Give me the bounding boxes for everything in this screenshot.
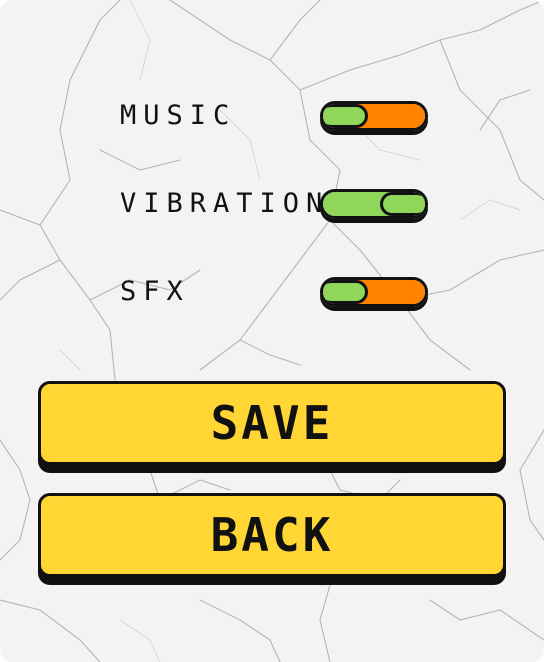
music-toggle[interactable]: [320, 101, 428, 131]
vibration-toggle-knob[interactable]: [380, 192, 425, 216]
vibration-toggle[interactable]: [320, 189, 428, 219]
settings-panel: MUSIC VIBRATION SFX SAVE BACK: [0, 0, 544, 662]
back-button[interactable]: BACK: [38, 493, 506, 577]
sfx-toggle[interactable]: [320, 277, 428, 307]
vibration-label: VIBRATION: [120, 188, 330, 219]
sfx-label: SFX: [120, 276, 190, 307]
save-button[interactable]: SAVE: [38, 381, 506, 465]
music-label: MUSIC: [120, 100, 237, 131]
music-toggle-knob[interactable]: [323, 104, 368, 128]
sfx-toggle-knob[interactable]: [323, 280, 368, 304]
